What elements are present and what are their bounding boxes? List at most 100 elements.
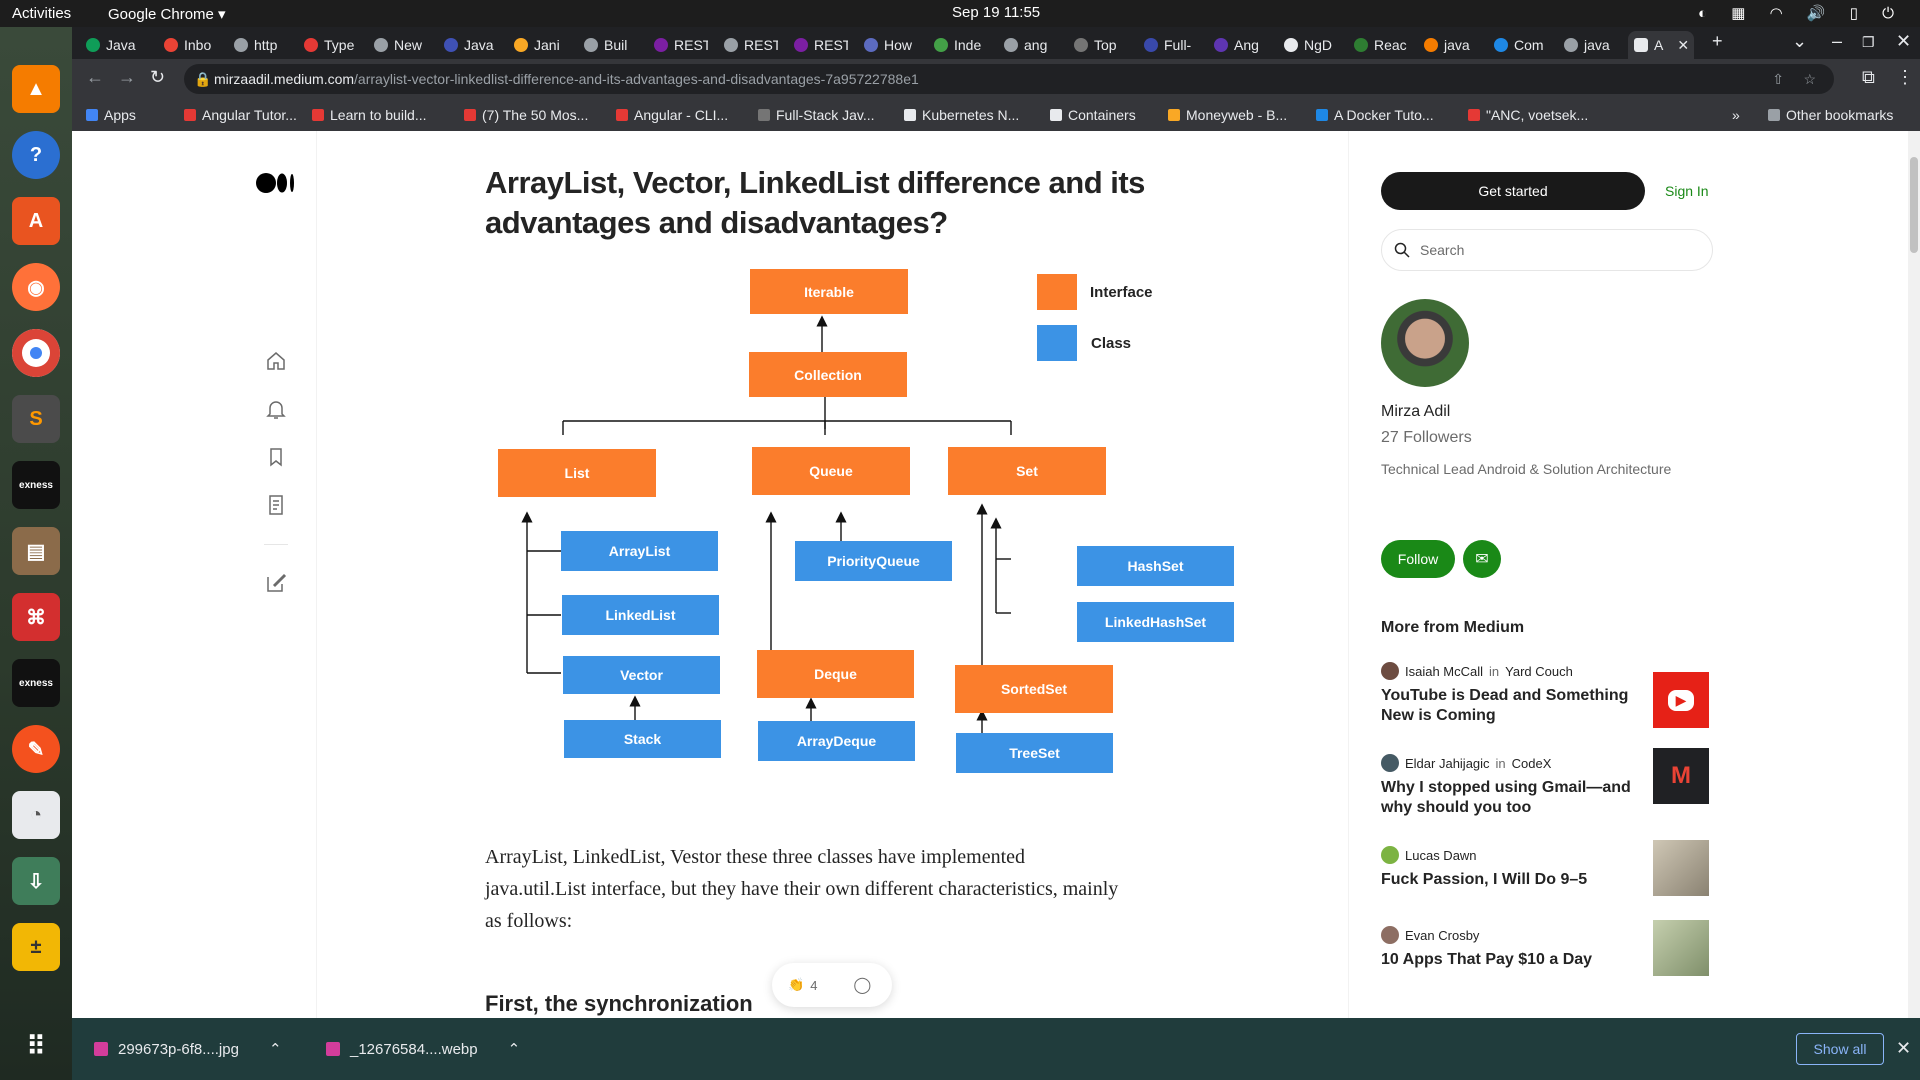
tab[interactable]: REST	[788, 31, 848, 59]
stories-icon[interactable]	[264, 493, 288, 517]
app-menu[interactable]: Google Chrome ▾	[108, 5, 226, 23]
gimp-icon[interactable]: ◔	[12, 791, 60, 839]
author-avatar[interactable]	[1381, 299, 1469, 387]
tab[interactable]: Java	[438, 31, 498, 59]
write-icon[interactable]	[264, 571, 288, 595]
notifications-icon[interactable]	[264, 397, 288, 421]
tab[interactable]: java	[1418, 31, 1478, 59]
chevron-up-icon[interactable]: ⌃	[269, 1040, 282, 1058]
tab[interactable]: Ang	[1208, 31, 1268, 59]
pdf-reader-icon[interactable]: ⌘	[12, 593, 60, 641]
tab[interactable]: Top	[1068, 31, 1128, 59]
chevron-up-icon[interactable]: ⌃	[508, 1040, 521, 1058]
profile-icon[interactable]: ⋮	[1896, 67, 1914, 88]
bookmark-item[interactable]: Containers	[1050, 107, 1136, 123]
scrollbar-thumb[interactable]	[1910, 157, 1918, 253]
other-bookmarks[interactable]: Other bookmarks	[1768, 107, 1893, 123]
sublime-icon[interactable]: S	[12, 395, 60, 443]
extensions-icon[interactable]: ⧉	[1862, 67, 1875, 88]
tab-search-button[interactable]: ⌄	[1792, 31, 1807, 52]
recommended-story[interactable]: Isaiah McCall in Yard Couch YouTube is Dea…	[1381, 662, 1721, 728]
close-window-button[interactable]: ✕	[1896, 31, 1911, 52]
clock[interactable]: Sep 19 11:55	[952, 4, 1040, 21]
bookmark-item[interactable]: Learn to build...	[312, 107, 427, 123]
vlc-icon[interactable]: ▲	[12, 65, 60, 113]
tab-active[interactable]: A ✕	[1628, 31, 1694, 59]
forward-button[interactable]: →	[118, 67, 136, 88]
download-item[interactable]: 299673p-6f8....jpg ⌃	[94, 1040, 282, 1058]
close-downloads-icon[interactable]: ✕	[1896, 1038, 1911, 1059]
book-icon[interactable]: ▤	[12, 527, 60, 575]
exness-icon[interactable]: exness	[12, 461, 60, 509]
clap-icon[interactable]: 👏	[788, 977, 804, 993]
comment-icon[interactable]: ◯	[853, 975, 871, 995]
search-input[interactable]: Search	[1381, 229, 1713, 271]
recommended-story[interactable]: Eldar Jahijagic in CodeX Why I stopped usi…	[1381, 748, 1721, 818]
author-name[interactable]: Mirza Adil	[1381, 403, 1450, 421]
deque-box: Deque	[757, 650, 914, 698]
home-icon[interactable]	[264, 349, 288, 373]
bookmark-item[interactable]: Moneyweb - B...	[1168, 107, 1287, 123]
page-scrollbar[interactable]	[1908, 131, 1920, 1018]
bookmarks-overflow-icon[interactable]: »	[1732, 107, 1740, 123]
bookmark-item[interactable]: (7) The 50 Mos...	[464, 107, 588, 123]
show-all-button[interactable]: Show all	[1796, 1033, 1884, 1065]
tab[interactable]: NgD	[1278, 31, 1338, 59]
firefox-icon[interactable]: ◉	[12, 263, 60, 311]
system-tray[interactable]: ◐ ▦ ◠ 🔊 ▯ ⏻	[1698, 4, 1904, 22]
tab[interactable]: http	[228, 31, 288, 59]
tab-favicon-icon	[1144, 38, 1158, 52]
postman-icon[interactable]: ✎	[12, 725, 60, 773]
tab[interactable]: Inde	[928, 31, 988, 59]
share-icon[interactable]: ⇧	[1772, 64, 1784, 94]
software-center-icon[interactable]: A	[12, 197, 60, 245]
tab[interactable]: Type	[298, 31, 358, 59]
tab[interactable]: REST	[648, 31, 708, 59]
bookmarks-icon[interactable]	[264, 445, 288, 469]
subscribe-email-icon[interactable]: ✉	[1463, 540, 1501, 578]
new-tab-button[interactable]: +	[1712, 31, 1723, 52]
bookmark-item[interactable]: A Docker Tuto...	[1316, 107, 1434, 123]
bookmark-apps[interactable]: Apps	[86, 107, 136, 123]
tab[interactable]: Inbo	[158, 31, 218, 59]
download-manager-icon[interactable]: ⇩	[12, 857, 60, 905]
back-button[interactable]: ←	[86, 67, 104, 88]
medium-logo-icon[interactable]	[256, 173, 296, 193]
bookmark-star-icon[interactable]: ☆	[1803, 64, 1816, 94]
bookmark-item[interactable]: Angular - CLI...	[616, 107, 728, 123]
tab[interactable]: Java	[80, 31, 140, 59]
follow-button[interactable]: Follow	[1381, 540, 1455, 578]
tab[interactable]: REST	[718, 31, 778, 59]
tab[interactable]: Buil	[578, 31, 638, 59]
minimize-button[interactable]: –	[1832, 31, 1842, 52]
tab[interactable]: Com	[1488, 31, 1548, 59]
close-tab-icon[interactable]: ✕	[1677, 37, 1689, 54]
reload-button[interactable]: ↻	[150, 67, 165, 88]
bookmark-item[interactable]: Angular Tutor...	[184, 107, 297, 123]
tab[interactable]: ang	[998, 31, 1058, 59]
bookmark-item[interactable]: "ANC, voetsek...	[1468, 107, 1588, 123]
show-apps-icon[interactable]: ⠿	[12, 1022, 60, 1070]
sign-in-link[interactable]: Sign In	[1665, 183, 1709, 199]
tab[interactable]: Full-	[1138, 31, 1198, 59]
bookmark-item[interactable]: Kubernetes N...	[904, 107, 1019, 123]
chrome-icon[interactable]	[12, 329, 60, 377]
calculator-icon[interactable]: ±	[12, 923, 60, 971]
recommended-story[interactable]: Evan Crosby 10 Apps That Pay $10 a Day	[1381, 920, 1721, 976]
recommended-story[interactable]: Lucas Dawn Fuck Passion, I Will Do 9–5	[1381, 840, 1721, 896]
tab[interactable]: Reac	[1348, 31, 1408, 59]
maximize-button[interactable]: ❐	[1862, 34, 1875, 51]
exness-terminal-icon[interactable]: exness	[12, 659, 60, 707]
bookmark-item[interactable]: Full-Stack Jav...	[758, 107, 875, 123]
download-item[interactable]: _12676584....webp ⌃	[326, 1040, 520, 1058]
tab[interactable]: java	[1558, 31, 1618, 59]
get-started-button[interactable]: Get started	[1381, 172, 1645, 210]
help-icon[interactable]: ?	[12, 131, 60, 179]
tab[interactable]: Jani	[508, 31, 568, 59]
lock-icon[interactable]: 🔒	[194, 64, 211, 94]
activities-button[interactable]: Activities	[12, 5, 71, 22]
tab[interactable]: How	[858, 31, 918, 59]
tab[interactable]: New	[368, 31, 428, 59]
address-bar[interactable]: 🔒 mirzaadil.medium.com/arraylist-vector-…	[184, 64, 1834, 94]
follower-count[interactable]: 27 Followers	[1381, 429, 1472, 447]
